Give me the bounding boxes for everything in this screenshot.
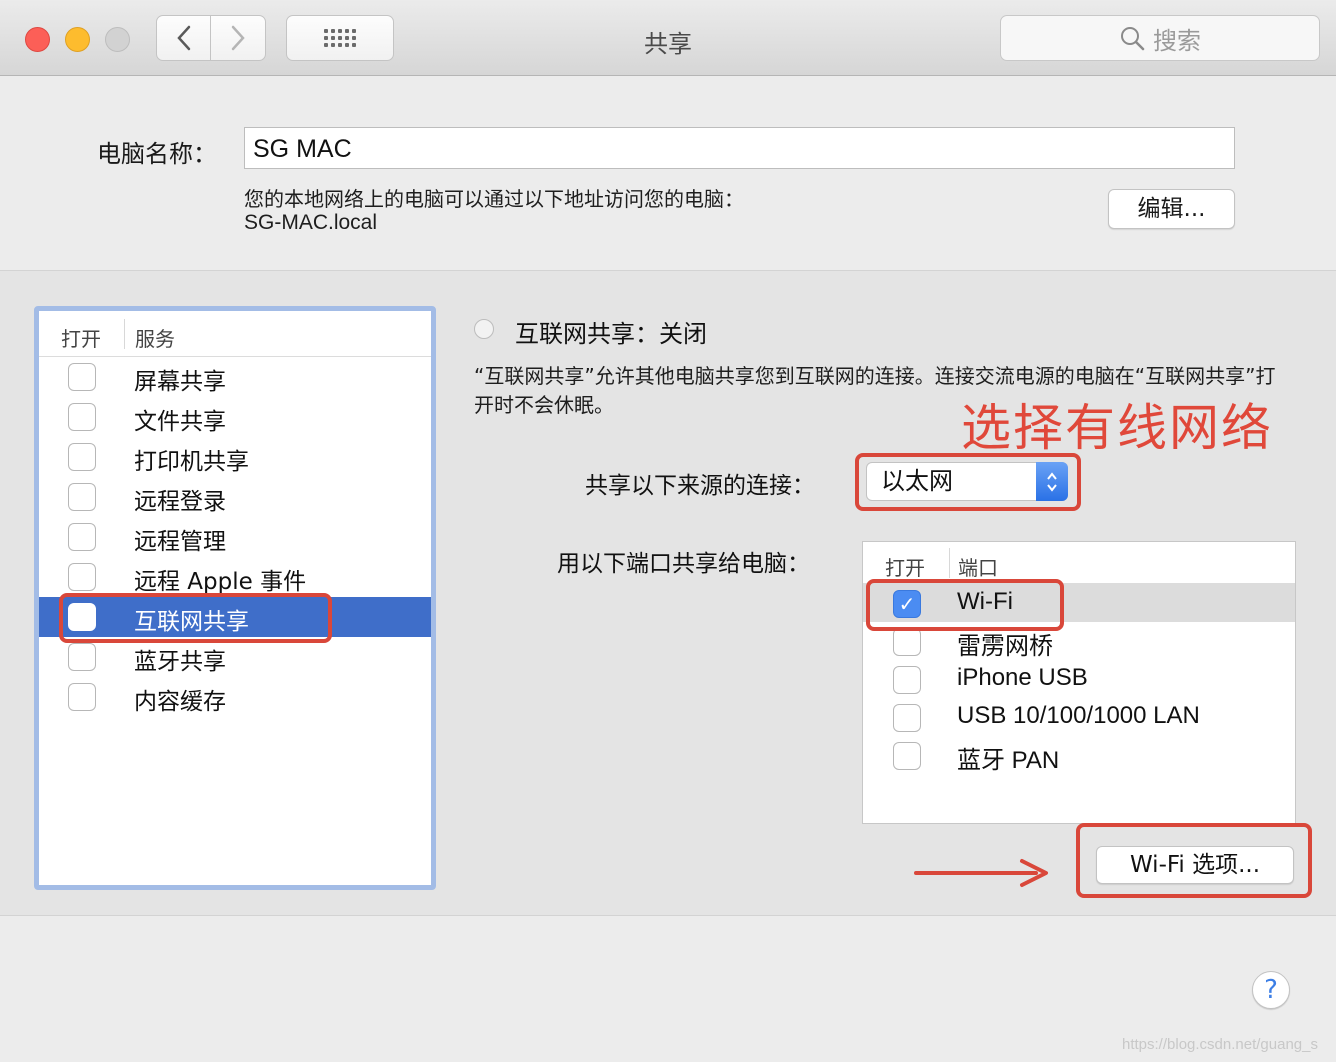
- service-label: 远程 Apple 事件: [134, 569, 307, 595]
- service-label: 远程管理: [134, 529, 226, 555]
- service-row-content-caching[interactable]: 内容缓存: [39, 677, 431, 717]
- service-row-remote-management[interactable]: 远程管理: [39, 517, 431, 557]
- annotation-box-source: [855, 453, 1081, 511]
- port-label: USB 10/100/1000 LAN: [957, 702, 1200, 729]
- port-checkbox[interactable]: [893, 666, 921, 694]
- service-checkbox[interactable]: [68, 523, 96, 551]
- service-checkbox[interactable]: [68, 403, 96, 431]
- service-checkbox[interactable]: [68, 483, 96, 511]
- search-field[interactable]: 搜索: [1000, 15, 1320, 61]
- port-label: 蓝牙 PAN: [957, 747, 1060, 774]
- port-checkbox[interactable]: [893, 704, 921, 732]
- search-icon: [1121, 27, 1145, 51]
- annotation-box-wifi-port: [866, 579, 1064, 631]
- computer-name-label: 电脑名称：: [97, 140, 217, 168]
- title-bar: 共享 搜索: [0, 0, 1336, 76]
- ports-header-on: 打开: [885, 556, 925, 580]
- service-row-screen-sharing[interactable]: 屏幕共享: [39, 357, 431, 397]
- annotation-box-service: [59, 593, 332, 643]
- port-row-usb-lan[interactable]: USB 10/100/1000 LAN: [863, 698, 1295, 736]
- port-row-bluetooth-pan[interactable]: 蓝牙 PAN: [863, 736, 1295, 774]
- service-label: 打印机共享: [134, 449, 249, 475]
- address-description: 您的本地网络上的电脑可以通过以下地址访问您的电脑：: [244, 187, 744, 211]
- source-label: 共享以下来源的连接：: [585, 473, 815, 499]
- service-row-file-sharing[interactable]: 文件共享: [39, 397, 431, 437]
- port-label: 雷雳网桥: [957, 633, 1053, 660]
- annotation-box-wifi-options: [1076, 823, 1312, 898]
- search-placeholder: 搜索: [1153, 26, 1201, 55]
- ports-label: 用以下端口共享给电脑：: [557, 551, 810, 577]
- edit-button[interactable]: 编辑...: [1108, 189, 1235, 229]
- ports-header-port: 端口: [958, 556, 998, 580]
- service-label: 蓝牙共享: [134, 649, 226, 675]
- computer-name-field[interactable]: SG MAC: [244, 127, 1235, 169]
- service-label: 屏幕共享: [134, 369, 226, 395]
- service-label: 文件共享: [134, 409, 226, 435]
- service-label: 远程登录: [134, 489, 226, 515]
- header-on: 打开: [61, 327, 101, 351]
- local-hostname: SG-MAC.local: [244, 211, 378, 234]
- arrow-icon: [914, 859, 1048, 887]
- ports-header: 打开 端口: [863, 542, 1295, 584]
- status-title: 互联网共享：关闭: [515, 320, 707, 348]
- status-indicator: [474, 319, 494, 339]
- services-header: 打开 服务: [39, 311, 431, 357]
- port-checkbox[interactable]: [893, 742, 921, 770]
- port-label: iPhone USB: [957, 664, 1088, 691]
- watermark: https://blog.csdn.net/guang_s: [1122, 1036, 1318, 1053]
- port-checkbox[interactable]: [893, 628, 921, 656]
- service-row-remote-login[interactable]: 远程登录: [39, 477, 431, 517]
- annotation-text: 选择有线网络: [961, 399, 1273, 457]
- service-checkbox[interactable]: [68, 563, 96, 591]
- service-label: 内容缓存: [134, 689, 226, 715]
- port-row-iphone-usb[interactable]: iPhone USB: [863, 660, 1295, 698]
- service-checkbox[interactable]: [68, 683, 96, 711]
- service-row-printer-sharing[interactable]: 打印机共享: [39, 437, 431, 477]
- service-checkbox[interactable]: [68, 363, 96, 391]
- header-service: 服务: [135, 327, 175, 351]
- help-button[interactable]: ?: [1252, 971, 1290, 1009]
- service-row-remote-apple-events[interactable]: 远程 Apple 事件: [39, 557, 431, 597]
- service-row-bluetooth-sharing[interactable]: 蓝牙共享: [39, 637, 431, 677]
- service-checkbox[interactable]: [68, 643, 96, 671]
- service-checkbox[interactable]: [68, 443, 96, 471]
